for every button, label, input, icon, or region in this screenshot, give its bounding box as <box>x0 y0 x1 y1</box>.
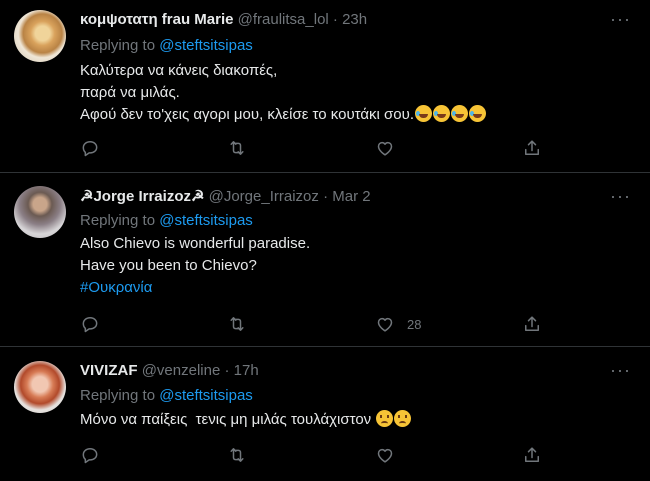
display-name[interactable]: ☭Jorge Irraizoz☭ <box>80 188 204 205</box>
like-count: 28 <box>407 316 422 332</box>
avatar[interactable] <box>14 10 66 62</box>
replying-to: Replying to @steftsitsipas <box>80 36 253 56</box>
text-line: Have you been to Chievo? <box>80 257 257 274</box>
like-button[interactable] <box>375 137 395 159</box>
reply-button[interactable] <box>80 444 100 466</box>
reply-button[interactable] <box>80 313 100 335</box>
text-line: παρά να μιλάς. <box>80 84 180 101</box>
replying-to: Replying to @steftsitsipas <box>80 211 253 231</box>
handle[interactable]: @fraulitsa_lol <box>238 11 329 28</box>
timestamp[interactable]: Mar 2 <box>332 188 370 205</box>
timestamp[interactable]: 23h <box>342 11 367 28</box>
more-icon[interactable]: ··· <box>610 10 630 32</box>
like-icon <box>377 141 393 156</box>
mention-link[interactable]: @steftsitsipas <box>159 387 253 404</box>
tweet-text: Μόνο να παίξεις τενις μη μιλάς τουλάχιστ… <box>80 409 412 431</box>
tweet[interactable]: ☭Jorge Irraizoz☭ @Jorge_Irraizoz · Mar 2… <box>0 173 650 345</box>
timestamp[interactable]: 17h <box>234 362 259 379</box>
laughing-emoji-icon <box>415 105 432 122</box>
more-icon[interactable]: ··· <box>610 187 630 209</box>
display-name[interactable]: κομψοτατη frau Marie <box>80 11 233 28</box>
retweet-button[interactable] <box>227 313 247 335</box>
tweet[interactable]: VIVIZAF @venzeline · 17h ··· Replying to… <box>0 347 650 481</box>
retweet-icon <box>230 141 244 155</box>
separator: · <box>323 188 329 205</box>
text-line: Μόνο να παίξεις τενις μη μιλάς τουλάχιστ… <box>80 411 372 428</box>
separator: · <box>224 362 230 379</box>
laughing-emoji-icon <box>451 105 468 122</box>
more-icon[interactable]: ··· <box>610 361 630 383</box>
reply-button[interactable] <box>80 137 100 159</box>
text-line: Also Chievo is wonderful paradise. <box>80 235 311 252</box>
replying-to: Replying to @steftsitsipas <box>80 386 253 406</box>
tweet-header: ☭Jorge Irraizoz☭ @Jorge_Irraizoz · Mar 2 <box>80 187 371 207</box>
tweet-text: Καλύτερα να κάνεις διακοπές, παρά να μιλ… <box>80 60 486 126</box>
like-button[interactable]: 28 <box>375 313 421 335</box>
hashtag-link[interactable]: #Ουκρανία <box>80 277 310 299</box>
tweet-header: κομψοτατη frau Marie @fraulitsa_lol · 23… <box>80 10 367 30</box>
tweet[interactable]: κομψοτατη frau Marie @fraulitsa_lol · 23… <box>0 0 650 172</box>
like-icon <box>377 448 393 463</box>
text-line: Καλύτερα να κάνεις διακοπές, <box>80 62 278 79</box>
share-button[interactable] <box>522 137 542 159</box>
replying-to-label: Replying to <box>80 387 156 404</box>
share-button[interactable] <box>522 313 542 335</box>
handle[interactable]: @Jorge_Irraizoz <box>209 188 319 205</box>
mention-link[interactable]: @steftsitsipas <box>159 37 253 54</box>
text-line: Αφού δεν το'χεις αγορι μου, κλείσε το κο… <box>80 106 414 123</box>
like-button[interactable] <box>375 444 395 466</box>
separator: · <box>332 11 338 28</box>
reply-icon <box>82 141 98 157</box>
tweet-text: Also Chievo is wonderful paradise. Have … <box>80 233 310 299</box>
share-button[interactable] <box>522 444 542 466</box>
laughing-emoji-icon <box>433 105 450 122</box>
like-icon <box>377 317 393 332</box>
reply-icon <box>82 448 98 464</box>
laughing-emoji-icon <box>469 105 486 122</box>
text-line-with-emoji: Μόνο να παίξεις τενις μη μιλάς τουλάχιστ… <box>80 409 412 431</box>
text-line-with-emoji: Αφού δεν το'χεις αγορι μου, κλείσε το κο… <box>80 104 486 126</box>
tweet-header: VIVIZAF @venzeline · 17h <box>80 361 259 381</box>
share-icon <box>525 316 539 331</box>
share-icon <box>525 140 539 155</box>
retweet-button[interactable] <box>227 137 247 159</box>
reply-icon <box>82 317 98 333</box>
retweet-icon <box>230 448 244 462</box>
retweet-button[interactable] <box>227 444 247 466</box>
replying-to-label: Replying to <box>80 212 156 229</box>
avatar[interactable] <box>14 361 66 413</box>
frowning-emoji-icon <box>394 410 412 427</box>
tweet-actions <box>80 444 550 466</box>
display-name[interactable]: VIVIZAF <box>80 362 138 379</box>
handle[interactable]: @venzeline <box>142 362 221 379</box>
mention-link[interactable]: @steftsitsipas <box>159 212 253 229</box>
avatar[interactable] <box>14 186 66 238</box>
tweet-actions: 28 <box>80 313 550 335</box>
tweet-actions <box>80 137 550 159</box>
retweet-icon <box>230 317 244 331</box>
share-icon <box>525 447 539 462</box>
replying-to-label: Replying to <box>80 37 156 54</box>
frowning-emoji-icon <box>376 410 394 427</box>
